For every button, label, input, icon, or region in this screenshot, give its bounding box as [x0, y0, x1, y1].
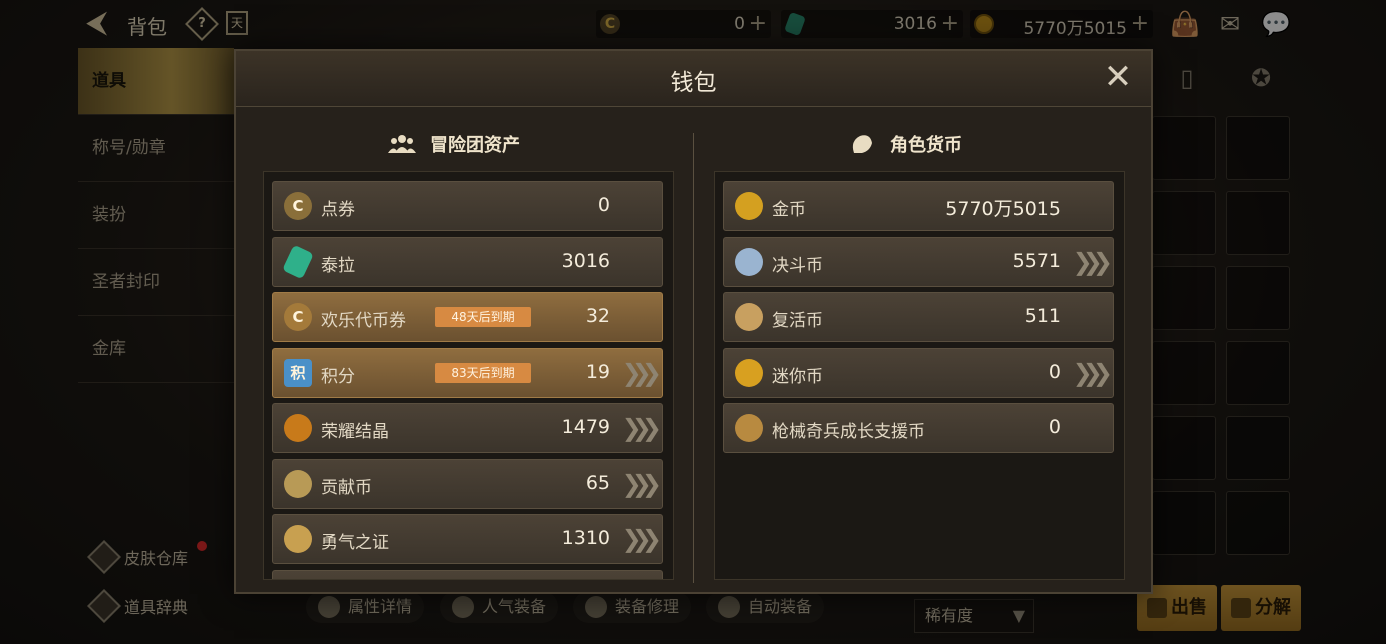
revive-coin-icon — [735, 303, 763, 331]
cera-point-icon: C — [284, 192, 312, 220]
wallet-modal: 钱包 ✕ 冒险团资产 角色货币 C 点券 0 泰拉 3016 C 欢乐代币券 48天后到期 32… — [234, 49, 1153, 594]
column-divider — [693, 133, 694, 583]
gunner-support-coin-icon — [735, 414, 763, 442]
currency-name: 复活币 — [772, 311, 823, 331]
wallet-row: 枪械奇兵成长支援币 0 — [723, 403, 1114, 453]
wallet-row: 金币 5770万5015 — [723, 181, 1114, 231]
modal-header: 钱包 ✕ — [236, 51, 1151, 107]
team-icon — [388, 135, 416, 153]
wallet-row[interactable]: 积积分 83天后到期 19 ❯❯❯ — [272, 347, 663, 398]
wallet-row: C 点券 0 — [272, 181, 663, 231]
adventure-assets-title: 冒险团资产 — [430, 135, 520, 156]
currency-name: 欢乐代币券 — [321, 311, 406, 331]
currency-name: 荣耀结晶 — [321, 422, 389, 442]
currency-name: 点券 — [321, 200, 355, 220]
joy-token-icon: C — [284, 303, 312, 331]
currency-value: 511 — [1024, 305, 1061, 327]
currency-name: 勇气之证 — [321, 533, 389, 553]
wallet-row: 泰拉 3016 — [272, 236, 663, 287]
currency-value: 5770万5015 — [945, 198, 1061, 220]
currency-value: 19 — [585, 360, 610, 383]
mini-coin-icon — [735, 358, 763, 387]
points-icon: 积 — [284, 358, 312, 387]
currency-value: 1479 — [561, 416, 610, 438]
wallet-row[interactable]: 荣耀结晶 1479 ❯❯❯ — [272, 403, 663, 453]
wallet-row-partial — [272, 569, 663, 579]
adventure-assets-list[interactable]: C 点券 0 泰拉 3016 C 欢乐代币券 48天后到期 32 积积分 83天后到期 19 ❯❯❯ 荣耀… — [263, 171, 674, 580]
contribution-coin-icon — [284, 469, 312, 498]
currency-value: 32 — [585, 305, 610, 327]
currency-name: 金币 — [772, 200, 806, 220]
currency-value: 1310 — [561, 527, 610, 549]
chevron-right-icon[interactable]: ❯❯❯ — [622, 525, 662, 553]
currency-value: 0 — [1048, 360, 1061, 383]
wallet-row[interactable]: 贡献币 65 ❯❯❯ — [272, 458, 663, 509]
character-currency-list: 金币 5770万5015 决斗币 5571 ❯❯❯ 复活币 511 迷你币 0 ❯❯❯ 枪械奇兵成长… — [714, 171, 1125, 580]
gold-coin-icon — [735, 192, 763, 220]
chevron-right-icon[interactable]: ❯❯❯ — [622, 359, 662, 387]
wallet-row: 复活币 511 — [723, 292, 1114, 342]
currency-name: 迷你币 — [772, 366, 823, 387]
wallet-row: C 欢乐代币券 48天后到期 32 — [272, 292, 663, 342]
expiry-badge: 48天后到期 — [435, 307, 531, 327]
currency-value: 5571 — [1012, 249, 1061, 272]
terra-gem-icon — [282, 244, 314, 279]
chevron-right-icon[interactable]: ❯❯❯ — [622, 470, 662, 498]
character-icon — [852, 135, 872, 153]
character-currency-title: 角色货币 — [890, 135, 962, 156]
currency-value: 0 — [597, 194, 610, 216]
currency-value: 0 — [1048, 416, 1061, 438]
courage-proof-icon — [284, 525, 312, 553]
expiry-badge: 83天后到期 — [435, 362, 531, 383]
modal-title: 钱包 — [670, 70, 717, 96]
wallet-row[interactable]: 决斗币 5571 ❯❯❯ — [723, 236, 1114, 287]
adventure-assets-heading: 冒险团资产 — [388, 131, 520, 157]
currency-name: 贡献币 — [321, 477, 372, 498]
wallet-row[interactable]: 勇气之证 1310 ❯❯❯ — [272, 514, 663, 564]
currency-name: 决斗币 — [772, 255, 823, 276]
currency-name: 泰拉 — [321, 255, 355, 276]
duel-coin-icon — [735, 247, 763, 276]
currency-name: 积分 — [321, 366, 355, 387]
wallet-row[interactable]: 迷你币 0 ❯❯❯ — [723, 347, 1114, 398]
chevron-right-icon[interactable]: ❯❯❯ — [1073, 359, 1113, 387]
currency-value: 65 — [585, 471, 610, 494]
character-currency-heading: 角色货币 — [848, 131, 962, 157]
chevron-right-icon[interactable]: ❯❯❯ — [622, 414, 662, 442]
close-icon[interactable]: ✕ — [1101, 60, 1135, 95]
currency-value: 3016 — [561, 249, 610, 272]
glory-crystal-icon — [284, 414, 312, 442]
chevron-right-icon[interactable]: ❯❯❯ — [1073, 248, 1113, 276]
currency-name: 枪械奇兵成长支援币 — [772, 422, 925, 442]
